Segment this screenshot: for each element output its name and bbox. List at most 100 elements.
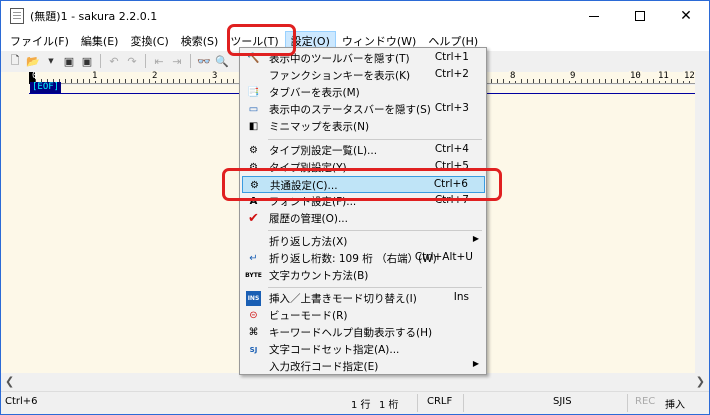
status-eol[interactable]: CRLF [427, 396, 452, 407]
redo-icon[interactable]: ↷ [124, 53, 140, 69]
menu-item-shortcut: Ctrl+2 [434, 68, 469, 80]
menu-item-shortcut: Ctrl+4 [434, 143, 469, 155]
minimize-icon [589, 15, 599, 17]
scroll-left-icon[interactable]: ❮ [5, 375, 14, 388]
title-bar: (無題)1 - sakura 2.2.0.1 ✕ [1, 1, 709, 31]
ruler-label: 10 [629, 71, 642, 81]
ruler-label: 12 [683, 71, 696, 81]
status-divider [463, 394, 464, 412]
status-divider [627, 394, 628, 412]
toolbar-divider [190, 54, 191, 68]
ruler-label: 0 [32, 71, 38, 81]
toolbar-divider [100, 54, 101, 68]
menu-divider [268, 287, 482, 288]
menu-divider [268, 230, 482, 231]
minimap-icon: ◧ [248, 121, 259, 132]
horizontal-scrollbar[interactable]: ❮ ❯ [1, 373, 709, 389]
open-folder-icon[interactable]: 📂 [25, 53, 41, 69]
checkmark-icon: ✔ [248, 211, 259, 226]
notepad-icon [10, 8, 24, 24]
settings-menu-item[interactable]: BYTE 文字カウント方法(B) [242, 267, 485, 284]
status-divider [417, 394, 418, 412]
menu-file[interactable]: ファイル(F) [4, 31, 75, 51]
statusbar-icon: ▭ [248, 104, 259, 115]
charset-icon: SJ [249, 345, 258, 354]
menu-item-shortcut: Ins [453, 291, 469, 303]
eof-marker: [EOF] [30, 82, 62, 93]
settings-menu-item[interactable]: ↵ 折り返し桁数: 109 桁 （右端）(W) Ctrl+Alt+U [242, 250, 485, 267]
menu-search[interactable]: 検索(S) [175, 31, 225, 51]
settings-menu-item[interactable]: SJ 文字コードセット指定(A)... [242, 341, 485, 358]
submenu-arrow-icon: ▶ [472, 234, 479, 243]
undo-icon[interactable]: ↶ [106, 53, 122, 69]
settings-menu-item[interactable]: ⌘ キーワードヘルプ自動表示する(H) [242, 324, 485, 341]
jump-back-icon[interactable]: ⇤ [151, 53, 167, 69]
ruler-label: 11 [657, 71, 670, 81]
maximize-button[interactable] [617, 1, 663, 31]
status-message: Ctrl+6 [5, 396, 38, 407]
maximize-icon [635, 11, 645, 21]
settings-menu-item[interactable]: 折り返し方法(X) ▶ [242, 233, 485, 250]
settings-menu-item[interactable]: ⊝ ビューモード(R) [242, 307, 485, 324]
menu-divider [268, 139, 482, 140]
settings-menu-item[interactable]: ▭ 表示中のステータスバーを隠す(S) Ctrl+3 [242, 101, 485, 118]
ins-icon: INS [246, 291, 261, 306]
vertical-scrollbar[interactable] [695, 72, 709, 373]
menu-item-shortcut: Ctrl+3 [434, 102, 469, 114]
menu-item-label: 文字カウント方法(B) [269, 270, 369, 282]
byte-icon: BYTE [245, 272, 262, 279]
window-title: (無題)1 - sakura 2.2.0.1 [30, 10, 158, 23]
status-line: 1 行 [351, 400, 371, 411]
ruler-label: 8 [509, 71, 517, 81]
wrap-icon: ↵ [249, 253, 258, 264]
status-encoding[interactable]: SJIS [553, 396, 572, 407]
save-all-icon[interactable]: ▣ [79, 53, 95, 69]
new-file-icon[interactable]: 🗋 [7, 53, 23, 69]
save-icon[interactable]: ▣ [61, 53, 77, 69]
settings-menu-item[interactable]: INS 挿入／上書きモード切り替え(I) Ins [242, 290, 485, 307]
menu-convert[interactable]: 変換(C) [124, 31, 174, 51]
menu-item-label: 折り返し桁数: 109 桁 （右端）(W) [269, 253, 437, 265]
settings-menu-dropdown: 🔨 表示中のツールバーを隠す(T) Ctrl+1 ファンクションキーを表示(K)… [239, 47, 487, 375]
line-number-gutter [1, 72, 29, 373]
menu-item-shortcut: Ctrl+Alt+U [414, 251, 473, 263]
menu-item-label: キーワードヘルプ自動表示する(H) [269, 327, 433, 339]
settings-menu-item[interactable]: ファンクションキーを表示(K) Ctrl+2 [242, 67, 485, 84]
tabbar-icon: 📑 [247, 87, 260, 98]
close-button[interactable]: ✕ [663, 1, 709, 31]
chevron-down-icon[interactable]: ▼ [43, 53, 59, 69]
scroll-right-icon[interactable]: ❯ [696, 375, 705, 388]
status-insert-mode[interactable]: 挿入 [665, 396, 685, 411]
menu-item-shortcut: Ctrl+1 [434, 51, 469, 63]
submenu-arrow-icon: ▶ [472, 359, 479, 368]
viewmode-icon: ⊝ [249, 310, 258, 321]
find-icon[interactable]: 👓 [196, 53, 212, 69]
menu-item-label: ミニマップを表示(N) [269, 121, 370, 133]
settings-menu-item[interactable]: ✔ 履歴の管理(O)... [242, 210, 485, 227]
menu-item-label: タイプ別設定一覧(L)... [269, 145, 378, 157]
menu-item-label: 挿入／上書きモード切り替え(I) [269, 293, 417, 305]
menu-edit[interactable]: 編集(E) [75, 31, 125, 51]
ruler-label: 2 [151, 71, 159, 81]
minimize-button[interactable] [571, 1, 617, 31]
status-bar: Ctrl+6 1 行 1 桁 CRLF SJIS REC 挿入 [1, 391, 709, 414]
status-rec: REC [635, 396, 656, 407]
keyword-help-icon: ⌘ [248, 327, 259, 338]
settings-menu-item[interactable]: 入力改行コード指定(E) ▶ [242, 358, 485, 375]
settings-menu-item[interactable]: ◧ ミニマップを表示(N) [242, 118, 485, 135]
menu-item-label: ビューモード(R) [269, 310, 348, 322]
annotation-box-settings-menu [227, 24, 296, 56]
status-column: 1 桁 [379, 400, 399, 411]
type-list-icon: ⚙ [249, 145, 258, 156]
grep-icon[interactable]: 🔍 [214, 53, 230, 69]
settings-menu-item[interactable]: 📑 タブバーを表示(M) [242, 84, 485, 101]
ruler-label: 3 [211, 71, 219, 81]
close-icon: ✕ [680, 8, 692, 24]
menu-item-label: 文字コードセット指定(A)... [269, 344, 400, 356]
menu-item-label: 履歴の管理(O)... [269, 213, 348, 225]
menu-item-label: タブバーを表示(M) [269, 87, 360, 99]
app-window: (無題)1 - sakura 2.2.0.1 ✕ ファイル(F) 編集(E) 変… [0, 0, 710, 415]
settings-menu-item[interactable]: ⚙ タイプ別設定一覧(L)... Ctrl+4 [242, 142, 485, 159]
menu-item-label: 折り返し方法(X) [269, 236, 348, 248]
jump-forward-icon[interactable]: ⇥ [169, 53, 185, 69]
